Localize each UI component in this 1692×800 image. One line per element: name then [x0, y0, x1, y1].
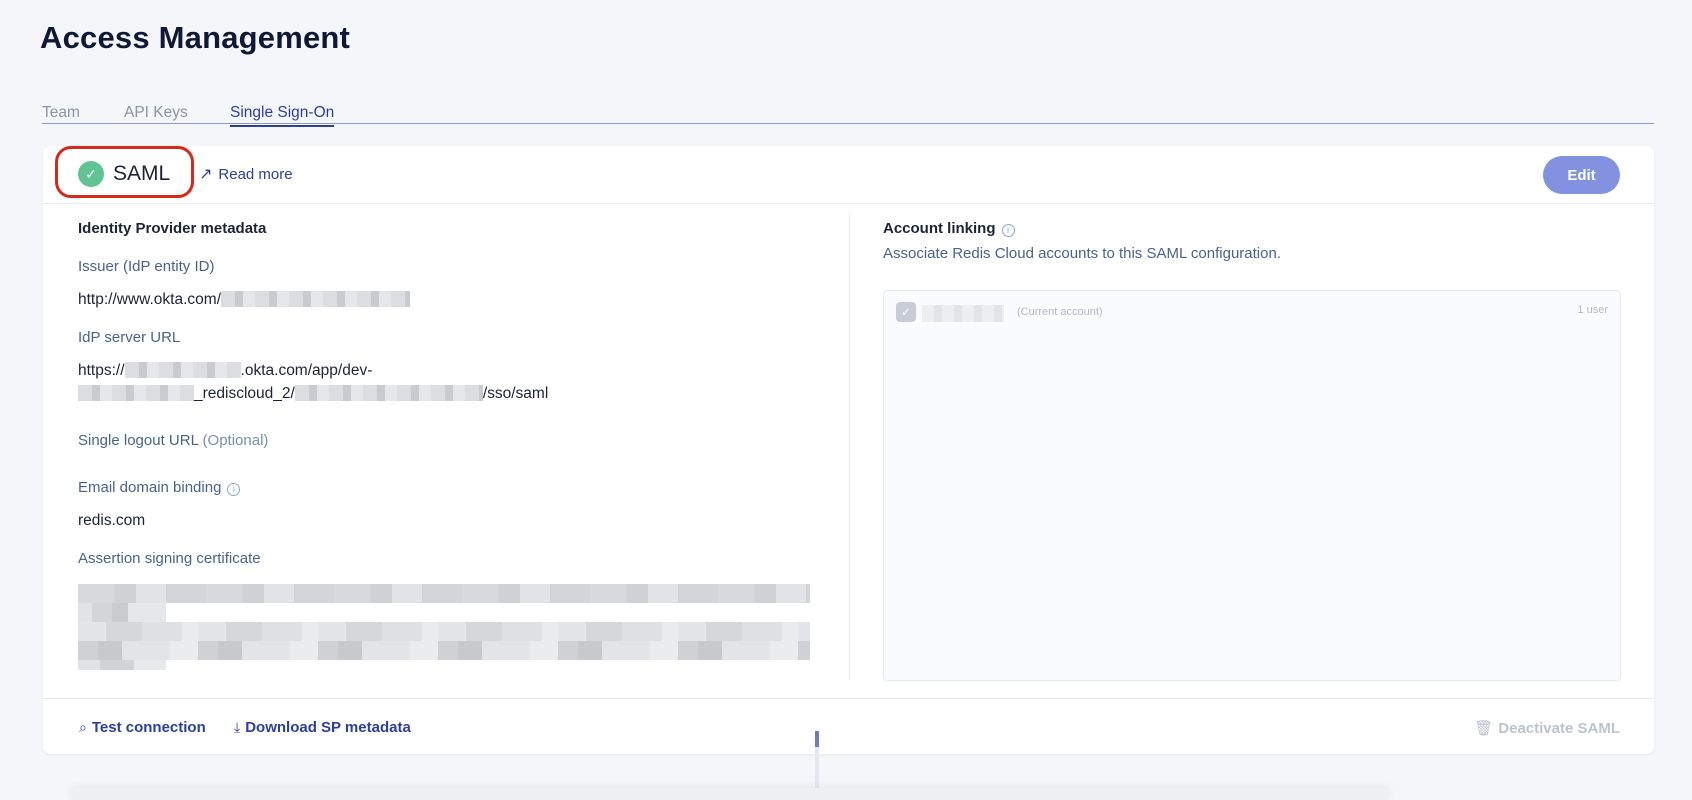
info-icon[interactable]: i [227, 483, 241, 496]
test-connection-link[interactable]: ⌕ Test connection [79, 719, 206, 736]
server-url-mid: _rediscloud_2/ [194, 385, 295, 402]
deactivate-label: Deactivate SAML [1498, 719, 1620, 737]
logout-url-label: Single logout URL (Optional) [78, 432, 268, 449]
download-icon: ⤓ [234, 719, 241, 735]
account-checkbox[interactable]: ✓ [896, 302, 916, 322]
server-url-suffix: .okta.com/app/dev- [240, 362, 373, 379]
certificate-box[interactable] [78, 584, 810, 670]
read-more-link[interactable]: ↗ Read more [199, 164, 293, 184]
download-sp-metadata-link[interactable]: ⤓ Download SP metadata [234, 719, 411, 736]
tab-api-keys[interactable]: API Keys [124, 104, 188, 125]
account-linking-heading: Account linking i [883, 220, 1015, 237]
redacted-account-name [922, 305, 1004, 322]
cert-label: Assertion signing certificate [78, 550, 261, 567]
search-check-icon: ⌕ [79, 719, 87, 735]
page-title: Access Management [40, 20, 351, 55]
idp-heading: Identity Provider metadata [78, 220, 267, 237]
next-card-edge [70, 788, 1390, 800]
account-linking-description: Associate Redis Cloud accounts to this S… [883, 245, 1281, 262]
deactivate-saml-button[interactable]: 🗑 Deactivate SAML [1474, 719, 1620, 738]
redacted-text [294, 385, 483, 401]
download-metadata-label: Download SP metadata [245, 719, 411, 736]
issuer-prefix: http://www.okta.com/ [78, 291, 221, 308]
redacted-cert-line [78, 584, 810, 603]
current-account-tag: (Current account) [1017, 306, 1103, 318]
issuer-value: http://www.okta.com/ [78, 288, 410, 311]
server-url-value: https:// .okta.com/app/dev- _rediscloud_2… [78, 359, 548, 405]
server-url-end: /sso/saml [482, 385, 549, 402]
server-url-label: IdP server URL [78, 329, 181, 346]
test-connection-label: Test connection [91, 719, 206, 736]
tab-bar: Team API Keys Single Sign-On [42, 102, 1654, 127]
redacted-cert-line [78, 622, 810, 641]
redacted-text [124, 362, 241, 378]
external-link-icon: ↗ [199, 166, 213, 183]
card-header: ✓ SAML ↗ Read more Edit [43, 146, 1654, 204]
server-url-prefix: https:// [78, 362, 125, 379]
idp-metadata-section: Identity Provider metadata Issuer (IdP e… [78, 206, 818, 682]
check-icon: ✓ [78, 161, 104, 187]
logout-url-text: Single logout URL [78, 432, 199, 449]
account-user-count: 1 user [1577, 304, 1608, 316]
issuer-label: Issuer (IdP entity ID) [78, 258, 215, 275]
sso-card: ✓ SAML ↗ Read more Edit Identity Provide… [43, 146, 1654, 800]
redacted-text [221, 291, 410, 307]
tab-single-sign-on[interactable]: Single Sign-On [230, 104, 335, 127]
edit-button[interactable]: Edit [1543, 156, 1620, 194]
card-footer: ⌕ Test connection ⤓ Download SP metadata… [43, 698, 1654, 754]
tab-team[interactable]: Team [42, 104, 80, 125]
account-linking-text: Account linking [883, 220, 996, 237]
read-more-label: Read more [218, 165, 293, 183]
column-divider [849, 214, 850, 680]
redacted-cert-line [78, 641, 810, 660]
redacted-text [78, 385, 194, 401]
info-icon[interactable]: i [1001, 224, 1015, 237]
redacted-cert-line [78, 660, 166, 670]
saml-title: SAML [113, 162, 171, 185]
accounts-list: ✓ (Current account) 1 user [883, 290, 1621, 681]
email-binding-value: redis.com [78, 512, 146, 529]
email-binding-text: Email domain binding [78, 479, 222, 496]
optional-tag: (Optional) [202, 432, 269, 449]
trash-icon: 🗑 [1474, 720, 1494, 737]
redacted-cert-line [78, 603, 166, 622]
email-binding-label: Email domain binding i [78, 479, 241, 496]
